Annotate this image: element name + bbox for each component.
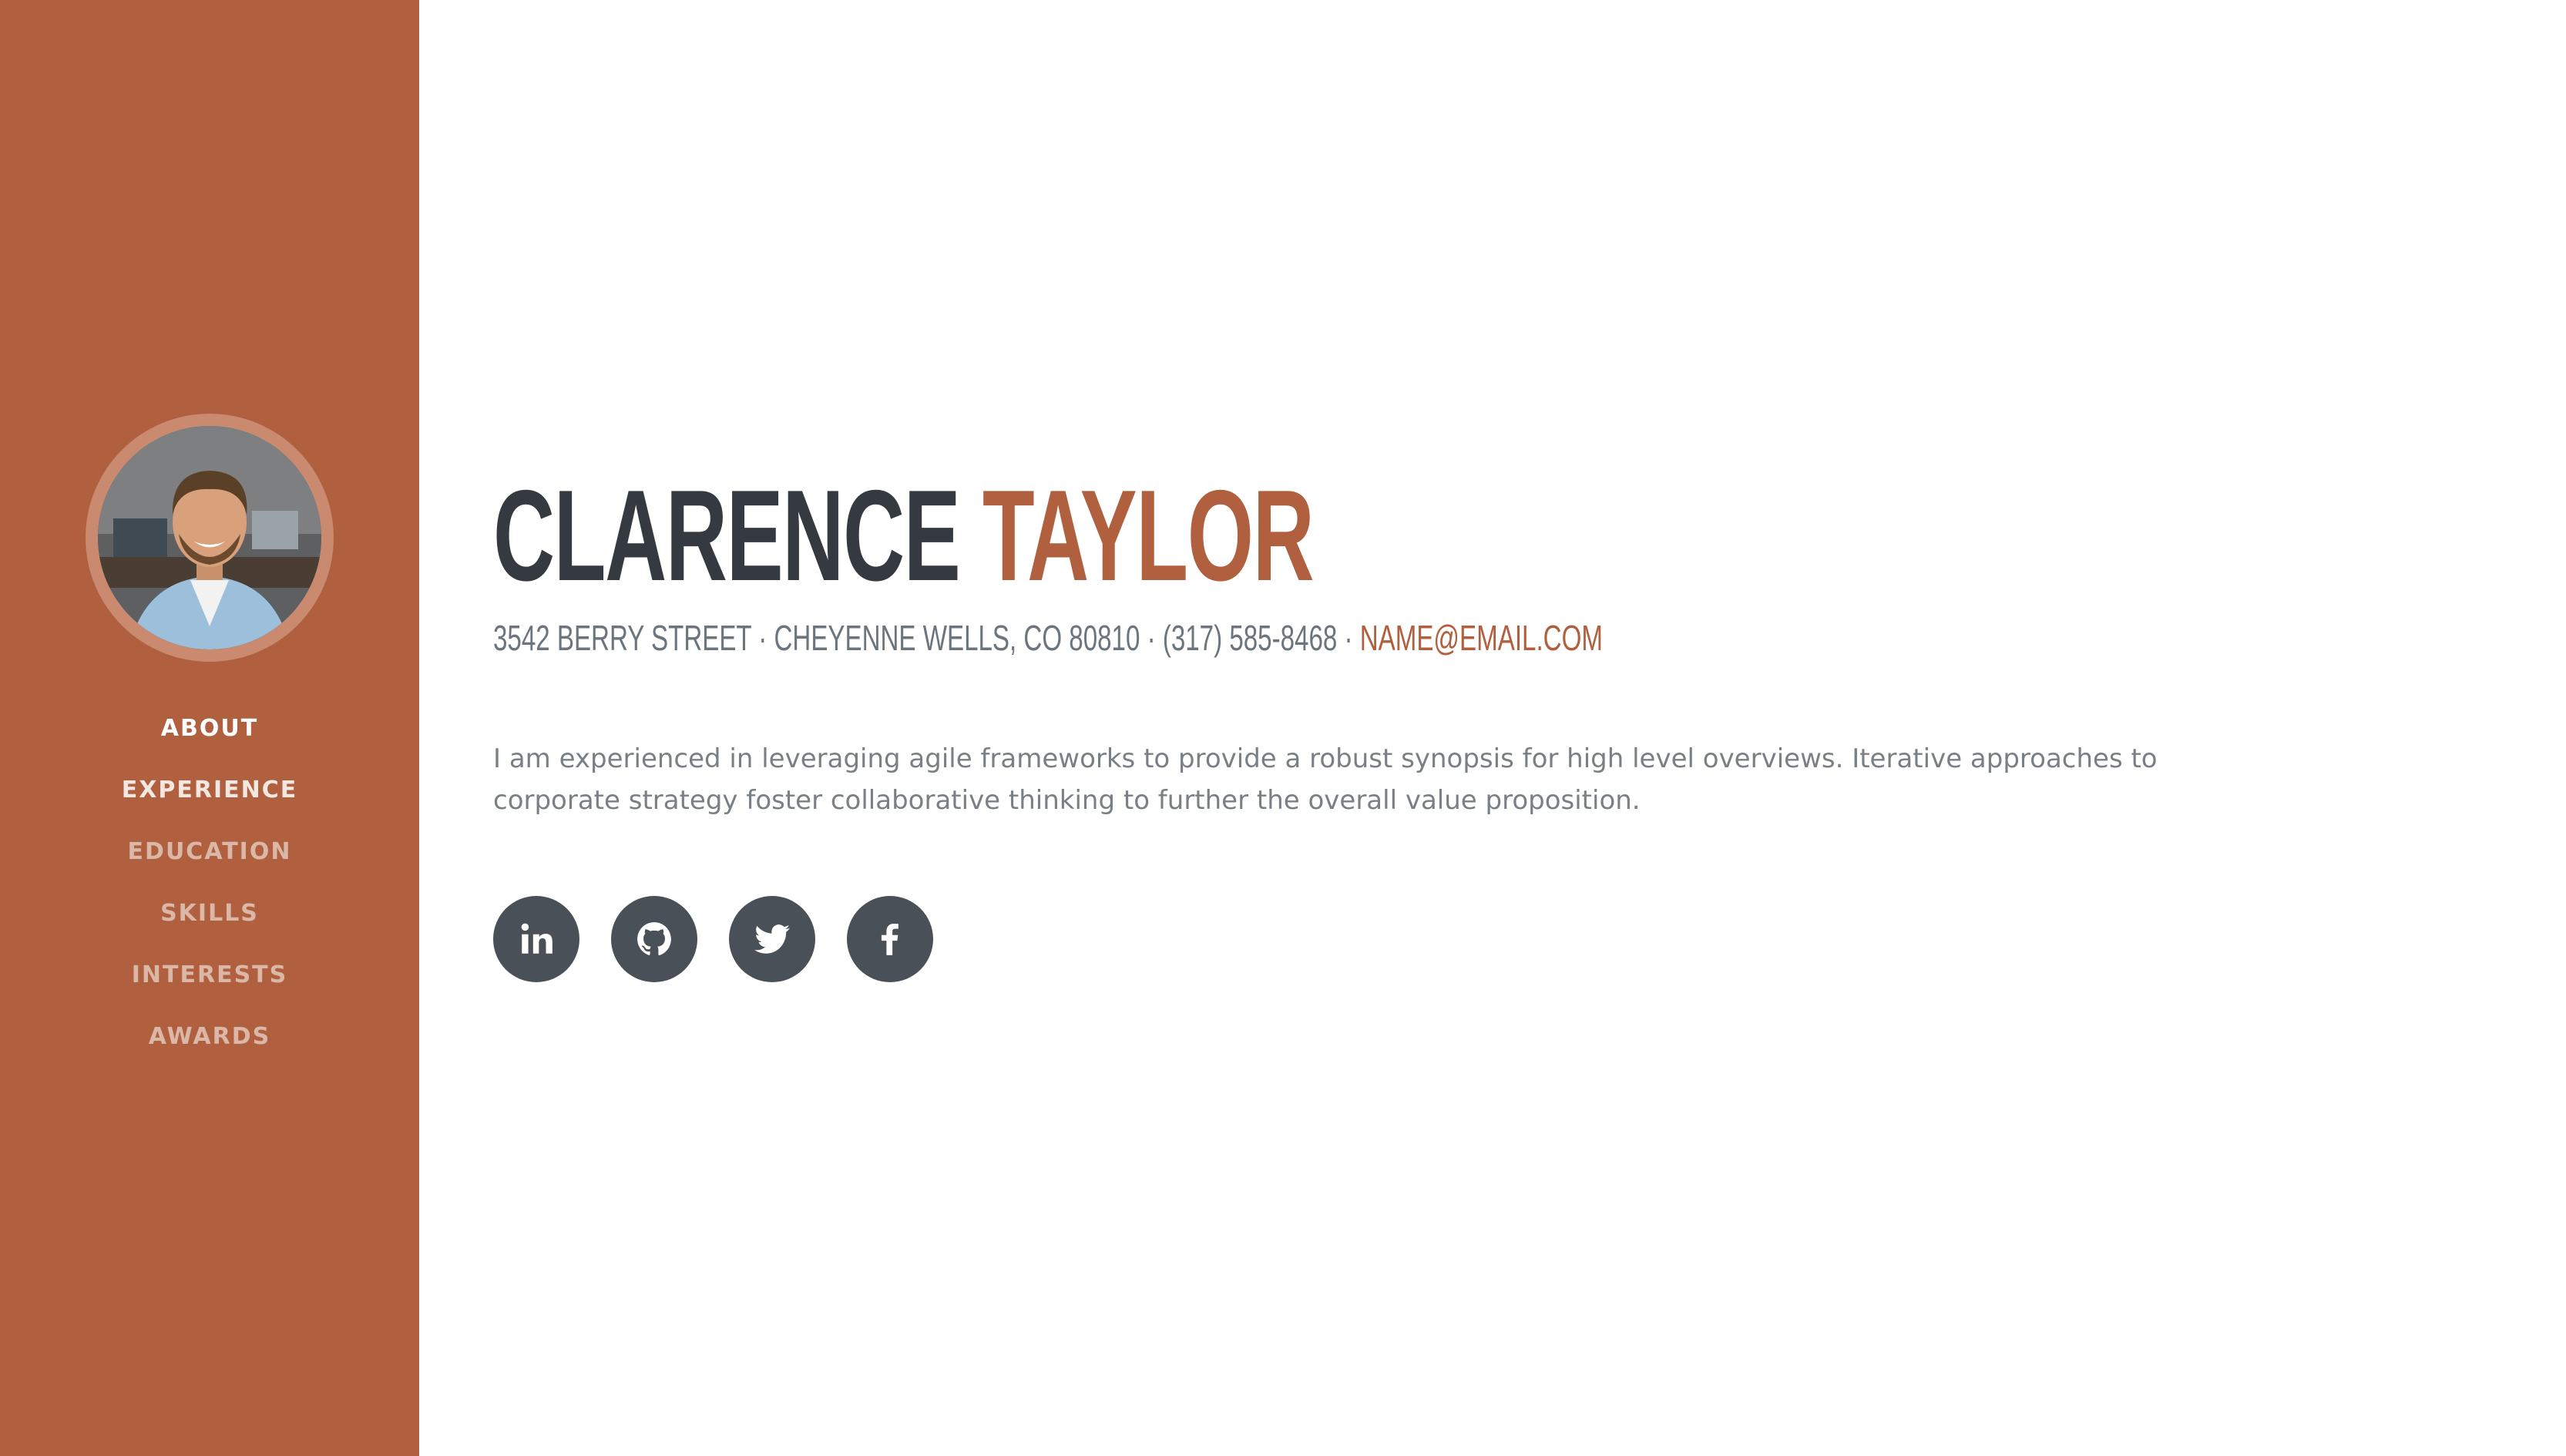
github-button[interactable] [611, 896, 697, 982]
sidebar: ABOUT EXPERIENCE EDUCATION SKILLS INTERE… [0, 0, 419, 1456]
email-link[interactable]: name@email.com [1360, 618, 1603, 658]
nav-item-experience[interactable]: EXPERIENCE [0, 759, 419, 820]
profile-photo-icon [98, 426, 321, 649]
social-icons [493, 896, 965, 982]
twitter-icon [754, 924, 790, 954]
linkedin-icon [521, 923, 552, 954]
facebook-icon [881, 924, 898, 955]
about-text: I am experienced in leveraging agile fra… [493, 743, 2158, 816]
last-name: TAYLOR [982, 463, 1315, 608]
about-section: CLARENCE TAYLOR 3542 Berry Street · Chey… [493, 0, 2497, 1456]
contact-line: 3542 Berry Street · Cheyenne Wells, CO 8… [493, 616, 1603, 659]
contact-address: 3542 Berry Street · Cheyenne Wells, CO 8… [493, 618, 1353, 658]
nav-link-skills[interactable]: SKILLS [160, 900, 259, 927]
profile-avatar [98, 426, 321, 649]
nav-link-awards[interactable]: AWARDS [149, 1023, 270, 1050]
nav-item-interests[interactable]: INTERESTS [0, 944, 419, 1005]
facebook-button[interactable] [847, 896, 933, 982]
nav-item-skills[interactable]: SKILLS [0, 882, 419, 944]
nav-link-about[interactable]: ABOUT [161, 715, 258, 742]
nav-item-awards[interactable]: AWARDS [0, 1005, 419, 1067]
profile-name: CLARENCE TAYLOR [493, 462, 1315, 609]
nav-item-about[interactable]: ABOUT [0, 697, 419, 759]
sidebar-nav: ABOUT EXPERIENCE EDUCATION SKILLS INTERE… [0, 697, 419, 1067]
nav-link-experience[interactable]: EXPERIENCE [122, 777, 297, 803]
github-icon [637, 922, 671, 956]
nav-link-interests[interactable]: INTERESTS [132, 961, 288, 988]
twitter-button[interactable] [729, 896, 815, 982]
first-name: CLARENCE [493, 463, 961, 608]
profile-avatar-ring [86, 414, 334, 662]
nav-link-education[interactable]: EDUCATION [128, 838, 292, 865]
nav-item-education[interactable]: EDUCATION [0, 820, 419, 882]
linkedin-button[interactable] [493, 896, 579, 982]
